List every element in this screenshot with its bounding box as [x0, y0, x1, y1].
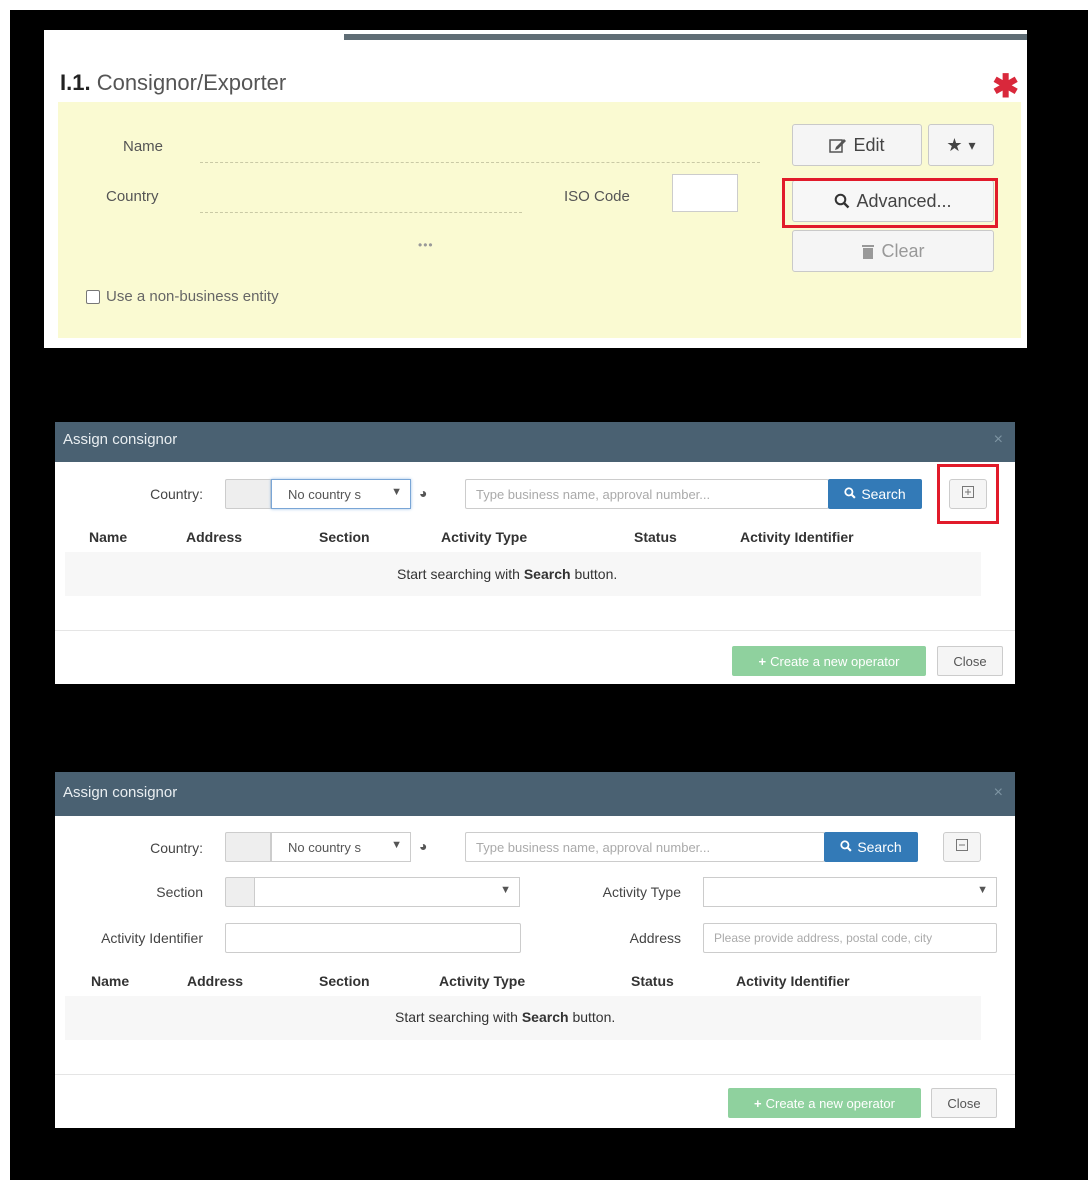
search-input[interactable]: Type business name, approval number... [465, 479, 829, 509]
create-operator-label: Create a new operator [765, 1095, 895, 1111]
column-header-activity-type[interactable]: Activity Type [441, 529, 527, 545]
country-select-value: No country s [288, 487, 361, 502]
address-label: Address [629, 930, 681, 946]
edit-icon [829, 137, 847, 153]
country-label: Country [106, 188, 159, 205]
tab-indicator-bar [344, 34, 1027, 40]
section-addon [225, 877, 255, 907]
chevron-down-icon: ▼ [391, 839, 402, 851]
column-header-address[interactable]: Address [187, 973, 243, 989]
search-button[interactable]: Search [824, 832, 918, 862]
clear-label: Clear [881, 240, 925, 261]
chevron-down-icon: ▾ [968, 136, 976, 153]
advanced-highlight-box [782, 178, 998, 228]
name-field [200, 162, 760, 163]
assign-consignor-modal-simple: Assign consignor × Country: No country s… [55, 422, 1015, 684]
modal-header: Assign consignor × [55, 422, 1015, 462]
address-input[interactable]: Please provide address, postal code, cit… [703, 923, 997, 953]
modal-title: Assign consignor [63, 784, 178, 801]
modal-title: Assign consignor [63, 431, 178, 448]
close-button[interactable]: Close [937, 646, 1003, 676]
checkbox-square[interactable] [86, 289, 100, 304]
minus-square-icon [956, 838, 968, 856]
column-header-section[interactable]: Section [319, 973, 370, 989]
country-select[interactable]: No country s ▼ [271, 832, 411, 862]
empty-results-message: Start searching with Search button. [395, 1009, 616, 1025]
activity-identifier-input[interactable] [225, 923, 521, 953]
chevron-down-icon: ▼ [500, 884, 511, 896]
required-asterisk-icon: ✱ [992, 68, 1019, 104]
search-input[interactable]: Type business name, approval number... [465, 832, 825, 862]
column-header-status[interactable]: Status [631, 973, 674, 989]
column-header-name[interactable]: Name [89, 529, 127, 545]
consignor-panel: I.1. Consignor/Exporter ✱ Name Country I… [44, 30, 1027, 348]
search-icon [840, 839, 852, 855]
create-operator-button[interactable]: + Create a new operator [728, 1088, 921, 1118]
column-header-activity-type[interactable]: Activity Type [439, 973, 525, 989]
section-label: Section [156, 884, 203, 900]
activity-identifier-label: Activity Identifier [101, 930, 203, 946]
star-icon: ★ [946, 134, 963, 155]
search-button-label: Search [857, 839, 902, 855]
close-button[interactable]: Close [931, 1088, 997, 1118]
non-business-checkbox[interactable]: Use a non-business entity [86, 288, 279, 305]
activity-type-label: Activity Type [602, 884, 681, 900]
favorites-dropdown-button[interactable]: ★ ▾ [928, 124, 994, 166]
activity-type-select[interactable]: ▼ [703, 877, 997, 907]
iso-code-field [672, 174, 738, 212]
column-header-section[interactable]: Section [319, 529, 370, 545]
column-header-status[interactable]: Status [634, 529, 677, 545]
search-button-label: Search [861, 486, 906, 502]
close-icon[interactable]: × [994, 784, 1003, 802]
iso-code-label: ISO Code [564, 188, 630, 205]
globe-icon[interactable]: ◕ [419, 838, 427, 854]
collapse-filters-button[interactable] [943, 832, 981, 862]
search-icon [844, 486, 856, 502]
trash-icon [861, 243, 875, 259]
plus-icon: + [754, 1095, 762, 1111]
clear-button[interactable]: Clear [792, 230, 994, 272]
modal-footer [55, 1074, 1015, 1075]
more-ellipsis: ••• [418, 238, 434, 252]
column-header-activity-identifier[interactable]: Activity Identifier [740, 529, 854, 545]
edit-button[interactable]: Edit [792, 124, 922, 166]
country-label: Country: [150, 486, 203, 502]
country-field [200, 212, 522, 213]
column-header-name[interactable]: Name [91, 973, 129, 989]
modal-footer [55, 630, 1015, 631]
globe-icon[interactable]: ◕ [419, 485, 427, 501]
close-icon[interactable]: × [994, 431, 1003, 449]
expand-highlight-box [937, 464, 999, 524]
edit-label: Edit [853, 134, 885, 155]
create-operator-label: Create a new operator [770, 653, 900, 669]
assign-consignor-modal-advanced: Assign consignor × Country: No country s… [55, 772, 1015, 1128]
country-flag-addon [225, 832, 271, 862]
name-label: Name [123, 138, 164, 155]
country-label: Country: [150, 840, 203, 856]
create-operator-button[interactable]: + Create a new operator [732, 646, 926, 676]
country-select-value: No country s [288, 840, 361, 855]
empty-results-message: Start searching with Search button. [397, 566, 618, 582]
plus-icon: + [758, 653, 767, 669]
section-title: I.1. Consignor/Exporter [60, 70, 287, 95]
column-header-activity-identifier[interactable]: Activity Identifier [736, 973, 850, 989]
country-select[interactable]: No country s ▼ [271, 479, 411, 509]
chevron-down-icon: ▼ [391, 486, 402, 498]
modal-header: Assign consignor × [55, 772, 1015, 816]
consignor-form-area: Name Country ISO Code ••• Edit ★ ▾ Advan… [58, 102, 1021, 338]
column-header-address[interactable]: Address [186, 529, 242, 545]
chevron-down-icon: ▼ [977, 884, 988, 896]
search-button[interactable]: Search [828, 479, 922, 509]
section-select[interactable]: ▼ [254, 877, 520, 907]
country-flag-addon [225, 479, 271, 509]
non-business-label: Use a non-business entity [106, 288, 279, 305]
